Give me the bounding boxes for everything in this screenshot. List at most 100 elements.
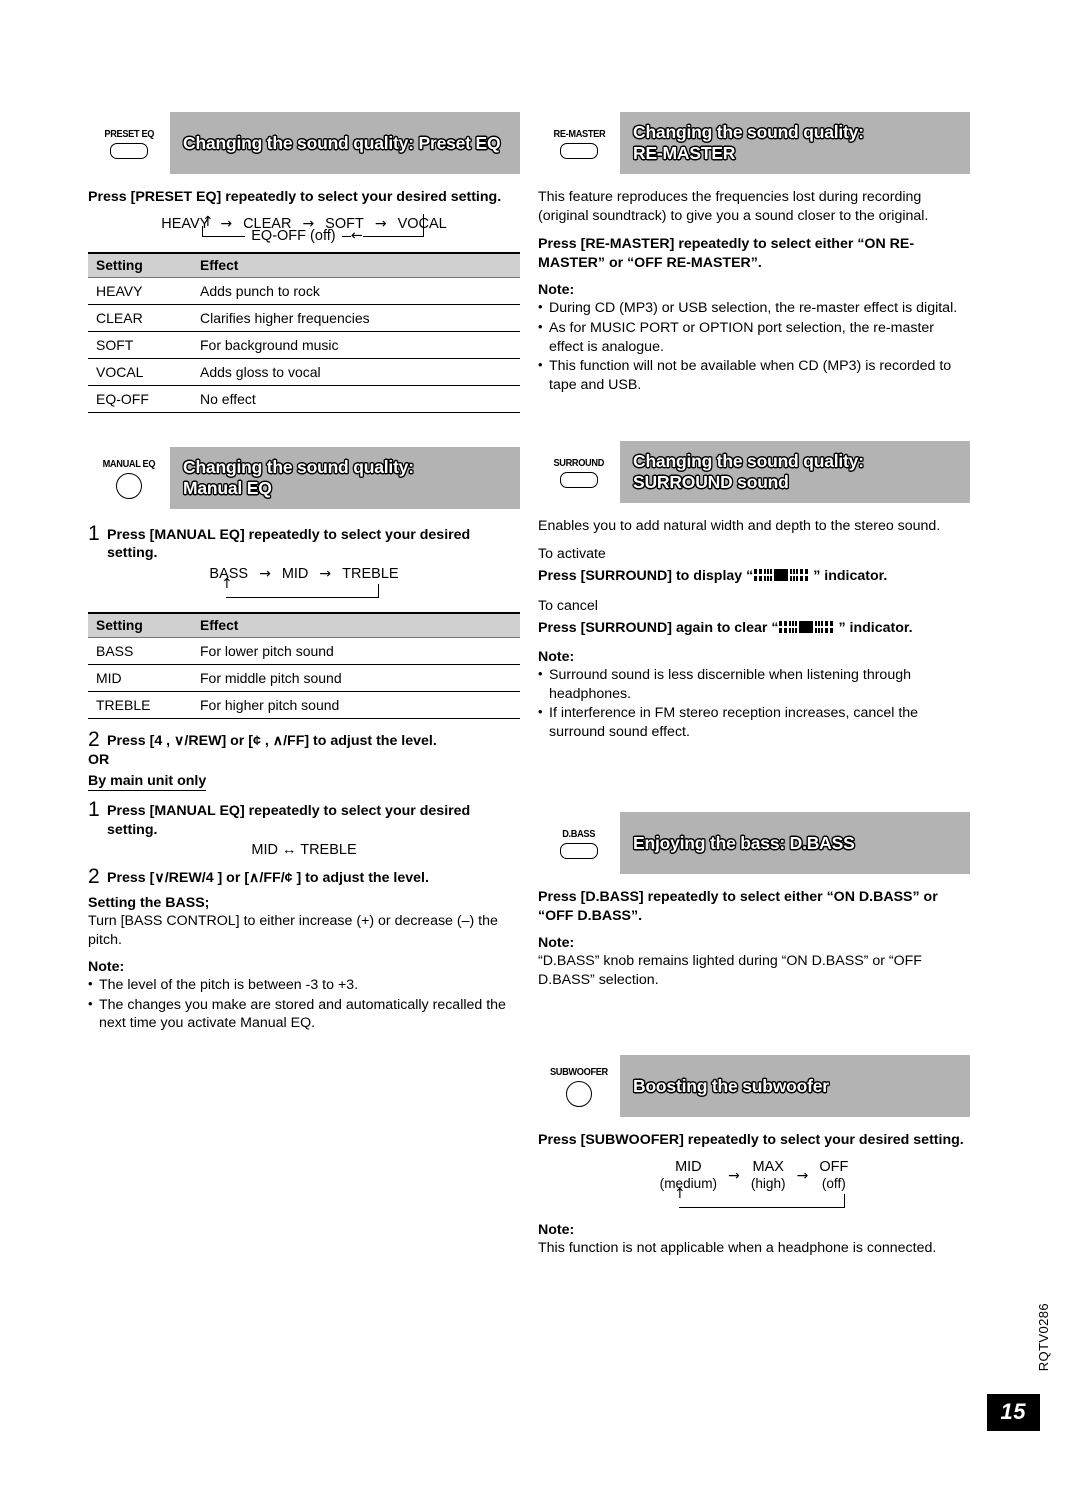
table-header-setting: Setting	[88, 611, 192, 638]
circle-button-shape-icon	[566, 1080, 592, 1107]
up-arrow-icon: ↑	[221, 575, 233, 592]
flow-item-max: MAX (high)	[751, 1159, 786, 1192]
subwoofer-flow-row: MID (medium) → MAX (high) → OFF (off)	[538, 1159, 970, 1192]
preset-eq-table: Setting Effect HEAVY Adds punch to rock …	[88, 252, 520, 414]
main-unit-flow-row: MID ↔ TREBLE	[88, 842, 520, 858]
flow-return-label: EQ-OFF (off)	[245, 228, 342, 245]
subwoofer-button-label: SUBWOOFER	[550, 1066, 608, 1079]
list-item: During CD (MP3) or USB selection, the re…	[538, 298, 970, 318]
manual-eq-step-1: 1 Press [MANUAL EQ] repeatedly to select…	[88, 523, 520, 563]
section-title-d-bass: Enjoying the bass: D.BASS	[620, 812, 970, 874]
surround-matrix-indicator-icon	[779, 620, 837, 640]
surround-cancel-instruction: Press [SURROUND] again to clear “ ” indi…	[538, 619, 970, 640]
flow-item-off: OFF (off)	[819, 1159, 848, 1192]
section-title-line1: Changing the sound quality:	[183, 457, 414, 478]
manual-eq-flow-row: BASS → MID → TREBLE	[88, 566, 520, 582]
section-title-preset-eq: Changing the sound quality: Preset EQ	[170, 112, 520, 174]
main-unit-only-label: By main unit only	[88, 773, 207, 792]
d-bass-note-text: “D.BASS” knob remains lighted during “ON…	[538, 952, 922, 988]
section-title-line1: Changing the sound quality: Preset EQ	[183, 132, 501, 153]
surround-activate-label: To activate	[538, 545, 606, 562]
section-title-line1: Changing the sound quality:	[633, 122, 864, 143]
left-column: PRESET EQ Changing the sound quality: Pr…	[88, 112, 520, 1041]
setting-bass-text: Turn [BASS CONTROL] to either increase (…	[88, 912, 498, 948]
surround-cancel-text-after: ” indicator.	[838, 619, 913, 636]
flow-return-line	[679, 1207, 844, 1209]
table-row: MID For middle pitch sound	[88, 664, 520, 692]
table-row: VOCAL Adds gloss to vocal	[88, 358, 520, 387]
surround-matrix-indicator-icon	[754, 568, 812, 588]
main-unit-step-1: 1 Press [MANUAL EQ] repeatedly to select…	[88, 799, 520, 839]
rounded-button-shape-icon	[560, 142, 598, 159]
rounded-button-shape-icon	[560, 842, 598, 859]
re-master-notes-list: During CD (MP3) or USB selection, the re…	[538, 298, 970, 395]
document-code: RQTV0286	[1036, 1302, 1051, 1371]
manual-page: PRESET EQ Changing the sound quality: Pr…	[0, 0, 1080, 1491]
circle-button-shape-icon	[116, 472, 142, 499]
subwoofer-note-heading: Note:	[538, 1222, 575, 1239]
step-text: Press [4 , ∨/REW] or [¢ , ∧/FF] to adjus…	[107, 732, 437, 749]
surround-activate-text-before: Press [SURROUND] to display “	[538, 567, 754, 584]
table-cell-effect: Clarifies higher frequencies	[192, 304, 520, 333]
flow-item-main: MAX	[752, 1159, 784, 1176]
flow-item-mid: MID	[281, 565, 309, 582]
flow-item-sub: (medium)	[659, 1176, 718, 1192]
rounded-button-shape-icon	[110, 142, 148, 159]
setting-bass-heading: Setting the BASS;	[88, 894, 210, 911]
preset-eq-button-label: PRESET EQ	[104, 128, 154, 141]
section-title-surround: Changing the sound quality: SURROUND sou…	[620, 441, 970, 503]
right-arrow-icon: →	[796, 1167, 809, 1184]
section-header-manual-eq: MANUAL EQ Changing the sound quality: Ma…	[88, 447, 520, 510]
flow-item-sub: (off)	[821, 1176, 846, 1192]
up-arrow-icon: ↑	[202, 214, 214, 231]
table-cell-effect: Adds gloss to vocal	[192, 358, 520, 387]
table-header-row: Setting Effect	[88, 252, 520, 279]
step-number: 2	[88, 865, 100, 889]
section-title-line1: Boosting the subwoofer	[633, 1075, 829, 1096]
table-cell-setting: CLEAR	[88, 304, 192, 333]
list-item: Surround sound is less discernible when …	[538, 665, 970, 703]
preset-eq-button-icon: PRESET EQ	[88, 112, 170, 174]
preset-eq-flow-return: ↑ EQ-OFF (off) ←	[88, 214, 520, 245]
table-header-row: Setting Effect	[88, 611, 520, 638]
section-title-line1: Enjoying the bass: D.BASS	[633, 832, 855, 853]
surround-description: Enables you to add natural width and dep…	[538, 517, 941, 534]
page-number: 15	[986, 1394, 1040, 1431]
main-unit-flow-diagram: MID ↔ TREBLE	[88, 842, 520, 858]
table-cell-effect: For middle pitch sound	[192, 664, 520, 692]
section-header-d-bass: D.BASS Enjoying the bass: D.BASS	[538, 811, 970, 874]
table-row: TREBLE For higher pitch sound	[88, 691, 520, 719]
flow-item-main: MID	[675, 1159, 702, 1176]
re-master-description: This feature reproduces the frequencies …	[538, 189, 929, 225]
flow-item-mid-treble: MID ↔ TREBLE	[251, 842, 357, 859]
table-cell-effect: For higher pitch sound	[192, 691, 520, 719]
d-bass-button-label: D.BASS	[562, 828, 596, 841]
subwoofer-button-icon: SUBWOOFER	[538, 1055, 620, 1118]
table-cell-setting: TREBLE	[88, 691, 192, 719]
manual-eq-button-icon: MANUAL EQ	[88, 447, 170, 510]
section-header-subwoofer: SUBWOOFER Boosting the subwoofer	[538, 1055, 970, 1118]
left-arrow-icon: ←	[350, 228, 363, 245]
d-bass-instruction: Press [D.BASS] repeatedly to select eith…	[538, 888, 938, 924]
section-header-surround: SURROUND Changing the sound quality: SUR…	[538, 440, 970, 503]
section-title-line2: SURROUND sound	[633, 471, 789, 492]
right-arrow-icon: →	[259, 565, 271, 582]
re-master-button-label: RE-MASTER	[553, 128, 605, 141]
table-header-effect: Effect	[192, 252, 520, 279]
section-title-line2: RE-MASTER	[633, 143, 736, 163]
manual-eq-flow-diagram: BASS → MID → TREBLE ↑	[88, 566, 520, 604]
section-title-line2: Manual EQ	[183, 478, 272, 499]
flow-item-main: OFF	[819, 1159, 849, 1176]
surround-button-icon: SURROUND	[538, 440, 620, 503]
list-item: As for MUSIC PORT or OPTION port selecti…	[538, 318, 970, 356]
right-arrow-icon: →	[319, 565, 332, 582]
table-cell-effect: No effect	[192, 385, 520, 414]
re-master-button-icon: RE-MASTER	[538, 112, 620, 174]
or-label: OR	[88, 752, 110, 769]
flow-item-mid: MID (medium)	[660, 1159, 717, 1192]
list-item: This function will not be available when…	[538, 356, 970, 394]
table-cell-setting: EQ-OFF	[88, 385, 192, 414]
table-row: EQ-OFF No effect	[88, 385, 520, 414]
flow-return-right-tick	[844, 1194, 845, 1209]
table-cell-effect: For background music	[192, 331, 520, 360]
